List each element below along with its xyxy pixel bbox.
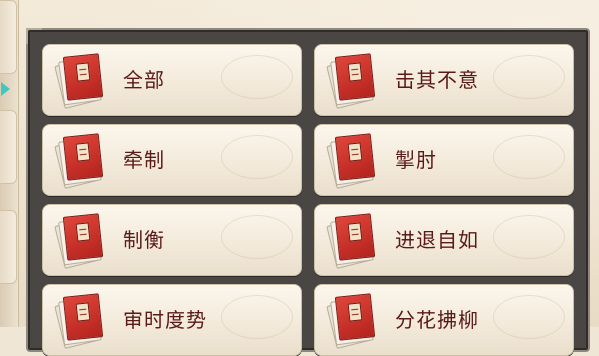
side-tab-3[interactable] <box>0 210 17 284</box>
tactic-item[interactable]: 掣肘 <box>314 124 574 196</box>
arrow-right-icon <box>1 82 10 96</box>
tactic-label: 审时度势 <box>123 308 207 332</box>
tactic-book-icon <box>53 213 105 269</box>
tactic-item[interactable]: 牵制 <box>42 124 302 196</box>
tactic-item[interactable]: 制衡 <box>42 204 302 276</box>
cloud-pattern <box>493 295 565 339</box>
panel-corner <box>26 28 42 44</box>
cloud-pattern <box>221 215 293 259</box>
tactic-book-icon <box>325 53 377 109</box>
tactic-label: 掣肘 <box>395 148 437 172</box>
tactic-book-icon <box>53 133 105 189</box>
tactic-label: 击其不意 <box>395 68 479 92</box>
tactic-item-all[interactable]: 全部 <box>42 44 302 116</box>
tactics-list-panel: 全部 击其不意 牵制 掣肘 制衡 进退自如 审时度势 分花拂柳 <box>26 28 590 356</box>
tactic-item[interactable]: 进退自如 <box>314 204 574 276</box>
tactic-book-icon <box>53 53 105 109</box>
cloud-pattern <box>221 135 293 179</box>
tactic-item[interactable]: 审时度势 <box>42 284 302 356</box>
cloud-pattern <box>493 215 565 259</box>
side-tab-1[interactable] <box>0 0 17 74</box>
cloud-pattern <box>221 295 293 339</box>
tactic-book-icon <box>325 213 377 269</box>
tactic-label: 制衡 <box>123 228 165 252</box>
tactic-label: 分花拂柳 <box>395 308 479 332</box>
cloud-pattern <box>493 135 565 179</box>
side-tab-2[interactable] <box>0 110 17 184</box>
tactic-book-icon <box>325 133 377 189</box>
tactic-label: 全部 <box>123 68 165 92</box>
cloud-pattern <box>221 55 293 99</box>
tactic-item[interactable]: 击其不意 <box>314 44 574 116</box>
tactic-book-icon <box>325 293 377 349</box>
tactic-label: 牵制 <box>123 148 165 172</box>
tactic-book-icon <box>53 293 105 349</box>
tactic-item[interactable]: 分花拂柳 <box>314 284 574 356</box>
cloud-pattern <box>493 55 565 99</box>
tactic-label: 进退自如 <box>395 228 479 252</box>
